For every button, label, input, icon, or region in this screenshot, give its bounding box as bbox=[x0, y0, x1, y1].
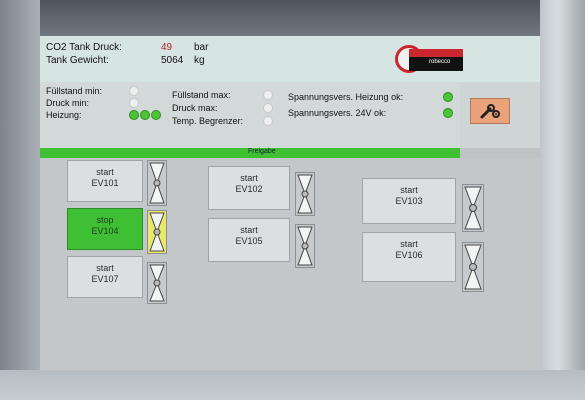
tool-panel bbox=[460, 82, 540, 148]
bezel-left bbox=[0, 0, 40, 400]
heizung-indicator-3 bbox=[151, 110, 161, 120]
valve-area: start EV101 stop EV104 start EV107 start… bbox=[40, 158, 540, 370]
tank-weight-label: Tank Gewicht: bbox=[46, 55, 109, 66]
valve-icon bbox=[295, 172, 315, 216]
hmi-screen: CO2 Tank Druck: 49 bar Tank Gewicht: 506… bbox=[40, 36, 540, 370]
heizung-indicator-1 bbox=[129, 110, 139, 120]
valve-id: EV103 bbox=[395, 196, 423, 206]
temp-begrenzer-label: Temp. Begrenzer: bbox=[172, 116, 244, 126]
robecco-logo: robecco bbox=[395, 43, 465, 79]
spannung-24v-label: Spannungsvers. 24V ok: bbox=[288, 108, 387, 118]
spannung-heizung-label: Spannungsvers. Heizung ok: bbox=[288, 92, 404, 102]
status-panel: Füllstand min: Druck min: Heizung: Fülls… bbox=[40, 82, 460, 148]
valve-button-ev107[interactable]: start EV107 bbox=[67, 256, 143, 298]
bezel-bottom bbox=[0, 370, 585, 400]
valve-action: start bbox=[240, 173, 258, 183]
tank-weight-value: 5064 bbox=[161, 55, 184, 66]
valve-button-ev104[interactable]: stop EV104 bbox=[67, 208, 143, 250]
heizung-indicator-2 bbox=[140, 110, 150, 120]
bezel-right bbox=[540, 0, 585, 400]
logo-red-stripe bbox=[409, 49, 463, 57]
druck-max-indicator bbox=[263, 103, 273, 113]
valve-id: EV102 bbox=[235, 184, 263, 194]
co2-pressure-value: 49 bbox=[161, 42, 173, 53]
valve-action: start bbox=[240, 225, 258, 235]
valve-button-ev105[interactable]: start EV105 bbox=[208, 218, 290, 262]
co2-pressure-label: CO2 Tank Druck: bbox=[46, 42, 122, 53]
valve-icon bbox=[295, 224, 315, 268]
druck-min-indicator bbox=[129, 98, 139, 108]
tank-header: CO2 Tank Druck: 49 bar Tank Gewicht: 506… bbox=[40, 36, 540, 82]
valve-action: start bbox=[96, 263, 114, 273]
tank-weight-unit: kg bbox=[194, 55, 205, 66]
heizung-label: Heizung: bbox=[46, 110, 82, 120]
fuellstand-min-indicator bbox=[129, 86, 139, 96]
valve-id: EV101 bbox=[91, 178, 119, 188]
druck-min-label: Druck min: bbox=[46, 98, 90, 108]
spannung-heizung-indicator bbox=[443, 92, 453, 102]
valve-action: start bbox=[400, 239, 418, 249]
druck-max-label: Druck max: bbox=[172, 103, 218, 113]
co2-pressure-unit: bar bbox=[194, 42, 209, 53]
logo-text: robecco bbox=[429, 59, 451, 65]
fuellstand-min-label: Füllstand min: bbox=[46, 86, 103, 96]
valve-action: start bbox=[96, 167, 114, 177]
freigabe-bar: Freigabe bbox=[40, 148, 460, 158]
valve-id: EV106 bbox=[395, 250, 423, 260]
valve-action: start bbox=[400, 185, 418, 195]
freigabe-label: Freigabe bbox=[248, 148, 276, 155]
valve-button-ev106[interactable]: start EV106 bbox=[362, 232, 456, 282]
fuellstand-max-label: Füllstand max: bbox=[172, 90, 231, 100]
valve-icon bbox=[147, 210, 167, 254]
settings-tool-button[interactable] bbox=[470, 98, 510, 124]
valve-id: EV105 bbox=[235, 236, 263, 246]
valve-icon bbox=[147, 262, 167, 304]
valve-button-ev103[interactable]: start EV103 bbox=[362, 178, 456, 224]
valve-id: EV107 bbox=[91, 274, 119, 284]
valve-icon bbox=[147, 160, 167, 206]
valve-button-ev102[interactable]: start EV102 bbox=[208, 166, 290, 210]
valve-id: EV104 bbox=[91, 226, 119, 236]
valve-icon bbox=[462, 242, 484, 292]
valve-button-ev101[interactable]: start EV101 bbox=[67, 160, 143, 202]
bezel-top bbox=[0, 0, 585, 36]
fuellstand-max-indicator bbox=[263, 90, 273, 100]
valve-action: stop bbox=[96, 215, 114, 225]
temp-begrenzer-indicator bbox=[263, 116, 273, 126]
spannung-24v-indicator bbox=[443, 108, 453, 118]
valve-icon bbox=[462, 184, 484, 232]
wrench-gear-icon bbox=[480, 104, 500, 119]
